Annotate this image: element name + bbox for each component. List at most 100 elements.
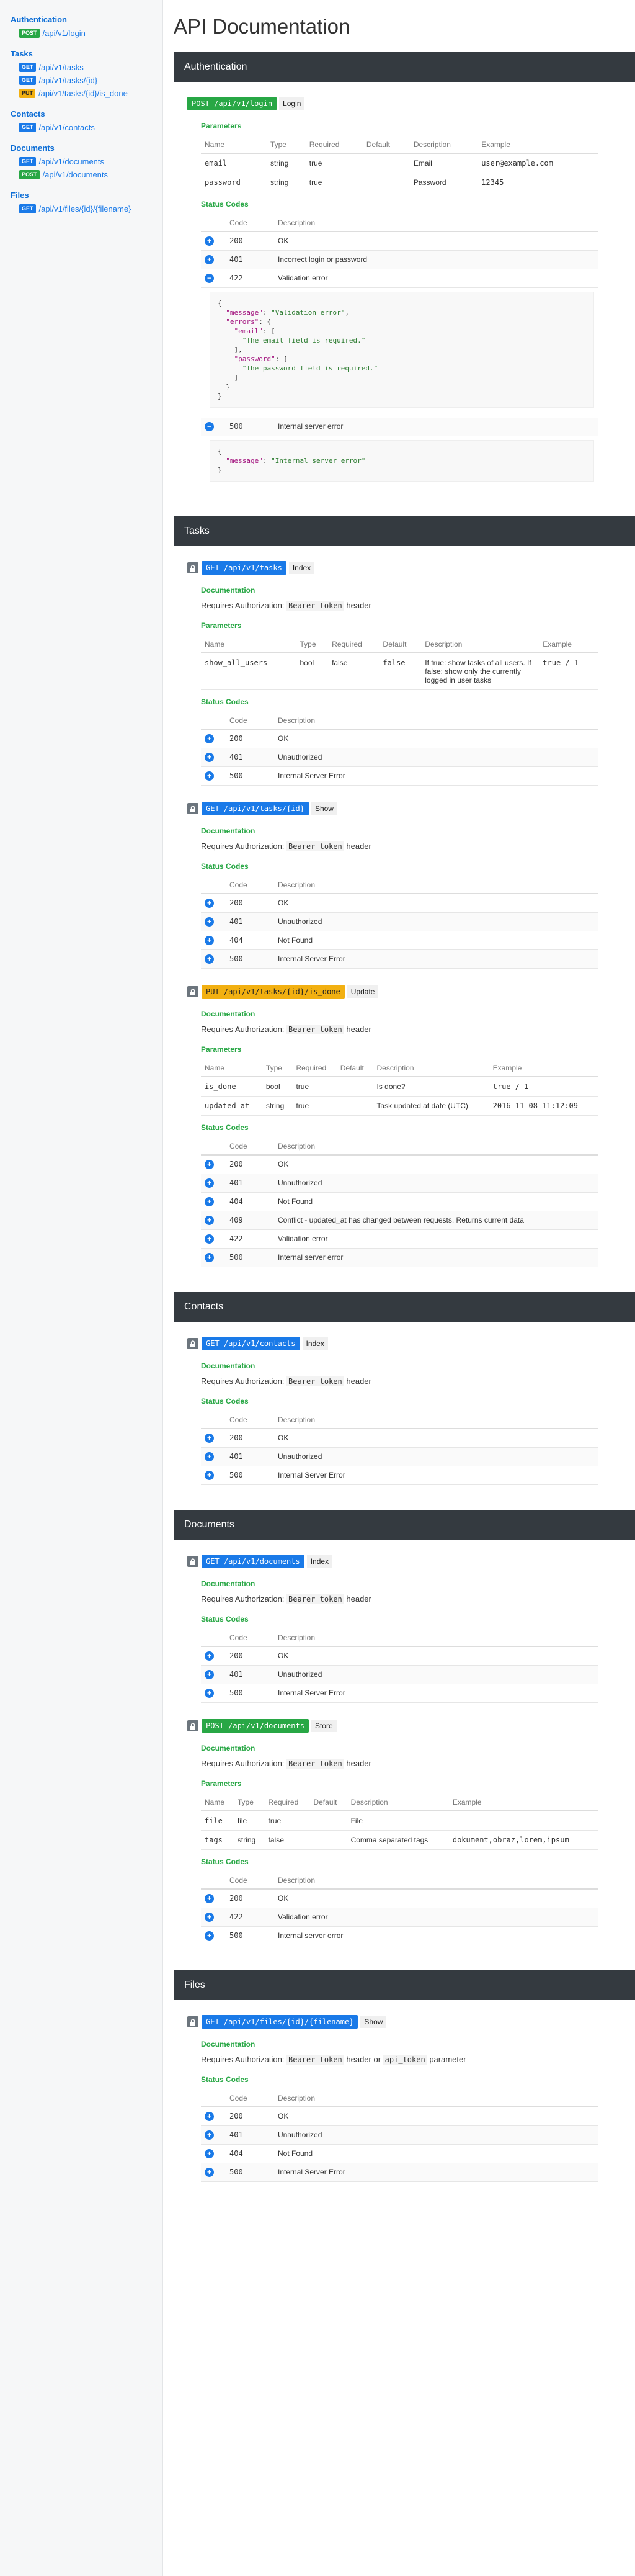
endpoint-header[interactable]: GET /api/v1/contacts Index	[187, 1337, 635, 1350]
status-toggle-cell[interactable]: +	[201, 1429, 226, 1448]
sidebar-link[interactable]: GET/api/v1/files/{id}/{filename}	[19, 204, 162, 213]
method-path-badge[interactable]: GET /api/v1/tasks	[202, 561, 286, 575]
expand-icon[interactable]: +	[205, 1234, 214, 1244]
status-row[interactable]: +404 Not Found	[201, 931, 598, 950]
endpoint-header[interactable]: GET /api/v1/files/{id}/{filename} Show	[187, 2015, 635, 2029]
status-row[interactable]: +401 Unauthorized	[201, 1665, 598, 1684]
expand-icon[interactable]: +	[205, 1178, 214, 1188]
status-row[interactable]: +500 Internal Server Error	[201, 1684, 598, 1703]
status-toggle-cell[interactable]: +	[201, 1646, 226, 1666]
sidebar-link[interactable]: POST/api/v1/documents	[19, 170, 162, 179]
expand-icon[interactable]: +	[205, 954, 214, 964]
sidebar-link[interactable]: PUT/api/v1/tasks/{id}/is_done	[19, 89, 162, 98]
status-row[interactable]: +200 OK	[201, 2107, 598, 2126]
expand-icon[interactable]: +	[205, 1651, 214, 1661]
status-toggle-cell[interactable]: +	[201, 894, 226, 913]
method-path-badge[interactable]: GET /api/v1/tasks/{id}	[202, 802, 309, 815]
status-toggle-cell[interactable]: +	[201, 1665, 226, 1684]
status-row[interactable]: +200 OK	[201, 1646, 598, 1666]
status-toggle-cell[interactable]: +	[201, 748, 226, 767]
endpoint-header[interactable]: PUT /api/v1/tasks/{id}/is_done Update	[187, 985, 635, 999]
method-path-badge[interactable]: POST /api/v1/documents	[202, 1719, 309, 1733]
status-row[interactable]: +422 Validation error	[201, 1908, 598, 1927]
status-row[interactable]: +500 Internal Server Error	[201, 766, 598, 786]
expand-icon[interactable]: +	[205, 2130, 214, 2140]
status-row[interactable]: +200 OK	[201, 1429, 598, 1448]
status-toggle-cell[interactable]: +	[201, 766, 226, 786]
endpoint-header[interactable]: GET /api/v1/tasks Index	[187, 561, 635, 575]
status-toggle-cell[interactable]: +	[201, 250, 226, 269]
status-toggle-cell[interactable]: +	[201, 1908, 226, 1927]
status-toggle-cell[interactable]: +	[201, 912, 226, 931]
method-path-badge[interactable]: GET /api/v1/documents	[202, 1555, 304, 1568]
status-row[interactable]: − 500 Internal server error	[201, 418, 598, 436]
status-row[interactable]: +500 Internal server error	[201, 1248, 598, 1267]
expand-icon[interactable]: +	[205, 917, 214, 927]
status-row[interactable]: +404 Not Found	[201, 2144, 598, 2163]
endpoint-header[interactable]: POST /api/v1/documents Store	[187, 1719, 635, 1733]
status-row[interactable]: − 422 Validation error	[201, 269, 598, 288]
expand-icon[interactable]: +	[205, 1894, 214, 1903]
status-row[interactable]: +200 OK	[201, 894, 598, 913]
status-toggle-cell[interactable]: −	[201, 418, 226, 436]
expand-icon[interactable]: +	[205, 734, 214, 743]
status-toggle-cell[interactable]: +	[201, 1248, 226, 1267]
status-toggle-cell[interactable]: +	[201, 1229, 226, 1249]
collapse-icon[interactable]: −	[205, 422, 214, 431]
expand-icon[interactable]: +	[205, 1689, 214, 1698]
sidebar-link[interactable]: GET/api/v1/tasks	[19, 63, 162, 72]
status-toggle-cell[interactable]: +	[201, 1211, 226, 1230]
method-path-badge[interactable]: POST /api/v1/login	[187, 97, 277, 110]
status-row[interactable]: +401 Unauthorized	[201, 748, 598, 767]
status-toggle-cell[interactable]: +	[201, 231, 226, 251]
status-row[interactable]: +401 Unauthorized	[201, 912, 598, 931]
expand-icon[interactable]: +	[205, 1197, 214, 1206]
status-toggle-cell[interactable]: +	[201, 1447, 226, 1466]
collapse-icon[interactable]: −	[205, 274, 214, 283]
expand-icon[interactable]: +	[205, 1471, 214, 1480]
endpoint-header[interactable]: GET /api/v1/tasks/{id} Show	[187, 802, 635, 815]
expand-icon[interactable]: +	[205, 1434, 214, 1443]
status-toggle-cell[interactable]: +	[201, 1174, 226, 1193]
sidebar-link[interactable]: GET/api/v1/tasks/{id}	[19, 76, 162, 85]
status-toggle-cell[interactable]: +	[201, 1889, 226, 1908]
status-row[interactable]: +401 Incorrect login or password	[201, 250, 598, 269]
expand-icon[interactable]: +	[205, 1253, 214, 1262]
endpoint-header[interactable]: GET /api/v1/documents Index	[187, 1555, 635, 1568]
expand-icon[interactable]: +	[205, 236, 214, 246]
method-path-badge[interactable]: GET /api/v1/files/{id}/{filename}	[202, 2015, 358, 2029]
status-row[interactable]: +500 Internal Server Error	[201, 949, 598, 969]
expand-icon[interactable]: +	[205, 2149, 214, 2158]
expand-icon[interactable]: +	[205, 1670, 214, 1679]
status-row[interactable]: +500 Internal Server Error	[201, 1466, 598, 1485]
status-row[interactable]: +500 Internal Server Error	[201, 2163, 598, 2182]
status-toggle-cell[interactable]: +	[201, 1155, 226, 1174]
method-path-badge[interactable]: PUT /api/v1/tasks/{id}/is_done	[202, 985, 345, 999]
status-toggle-cell[interactable]: +	[201, 1192, 226, 1211]
status-row[interactable]: +200 OK	[201, 1889, 598, 1908]
sidebar-link[interactable]: GET/api/v1/contacts	[19, 123, 162, 132]
status-row[interactable]: +500 Internal server error	[201, 1926, 598, 1945]
expand-icon[interactable]: +	[205, 1216, 214, 1225]
expand-icon[interactable]: +	[205, 1913, 214, 1922]
status-row[interactable]: +200 OK	[201, 231, 598, 251]
expand-icon[interactable]: +	[205, 1931, 214, 1941]
status-row[interactable]: +200 OK	[201, 1155, 598, 1174]
status-toggle-cell[interactable]: −	[201, 269, 226, 288]
sidebar-link[interactable]: GET/api/v1/documents	[19, 157, 162, 166]
expand-icon[interactable]: +	[205, 753, 214, 762]
sidebar-link[interactable]: POST/api/v1/login	[19, 29, 162, 38]
expand-icon[interactable]: +	[205, 2168, 214, 2177]
expand-icon[interactable]: +	[205, 1160, 214, 1169]
status-row[interactable]: +401 Unauthorized	[201, 2125, 598, 2145]
status-toggle-cell[interactable]: +	[201, 2107, 226, 2126]
status-row[interactable]: +200 OK	[201, 729, 598, 748]
status-toggle-cell[interactable]: +	[201, 1684, 226, 1703]
status-toggle-cell[interactable]: +	[201, 729, 226, 748]
status-toggle-cell[interactable]: +	[201, 1926, 226, 1945]
expand-icon[interactable]: +	[205, 1452, 214, 1461]
status-toggle-cell[interactable]: +	[201, 2163, 226, 2182]
status-row[interactable]: +401 Unauthorized	[201, 1447, 598, 1466]
status-row[interactable]: +404 Not Found	[201, 1192, 598, 1211]
status-toggle-cell[interactable]: +	[201, 949, 226, 969]
